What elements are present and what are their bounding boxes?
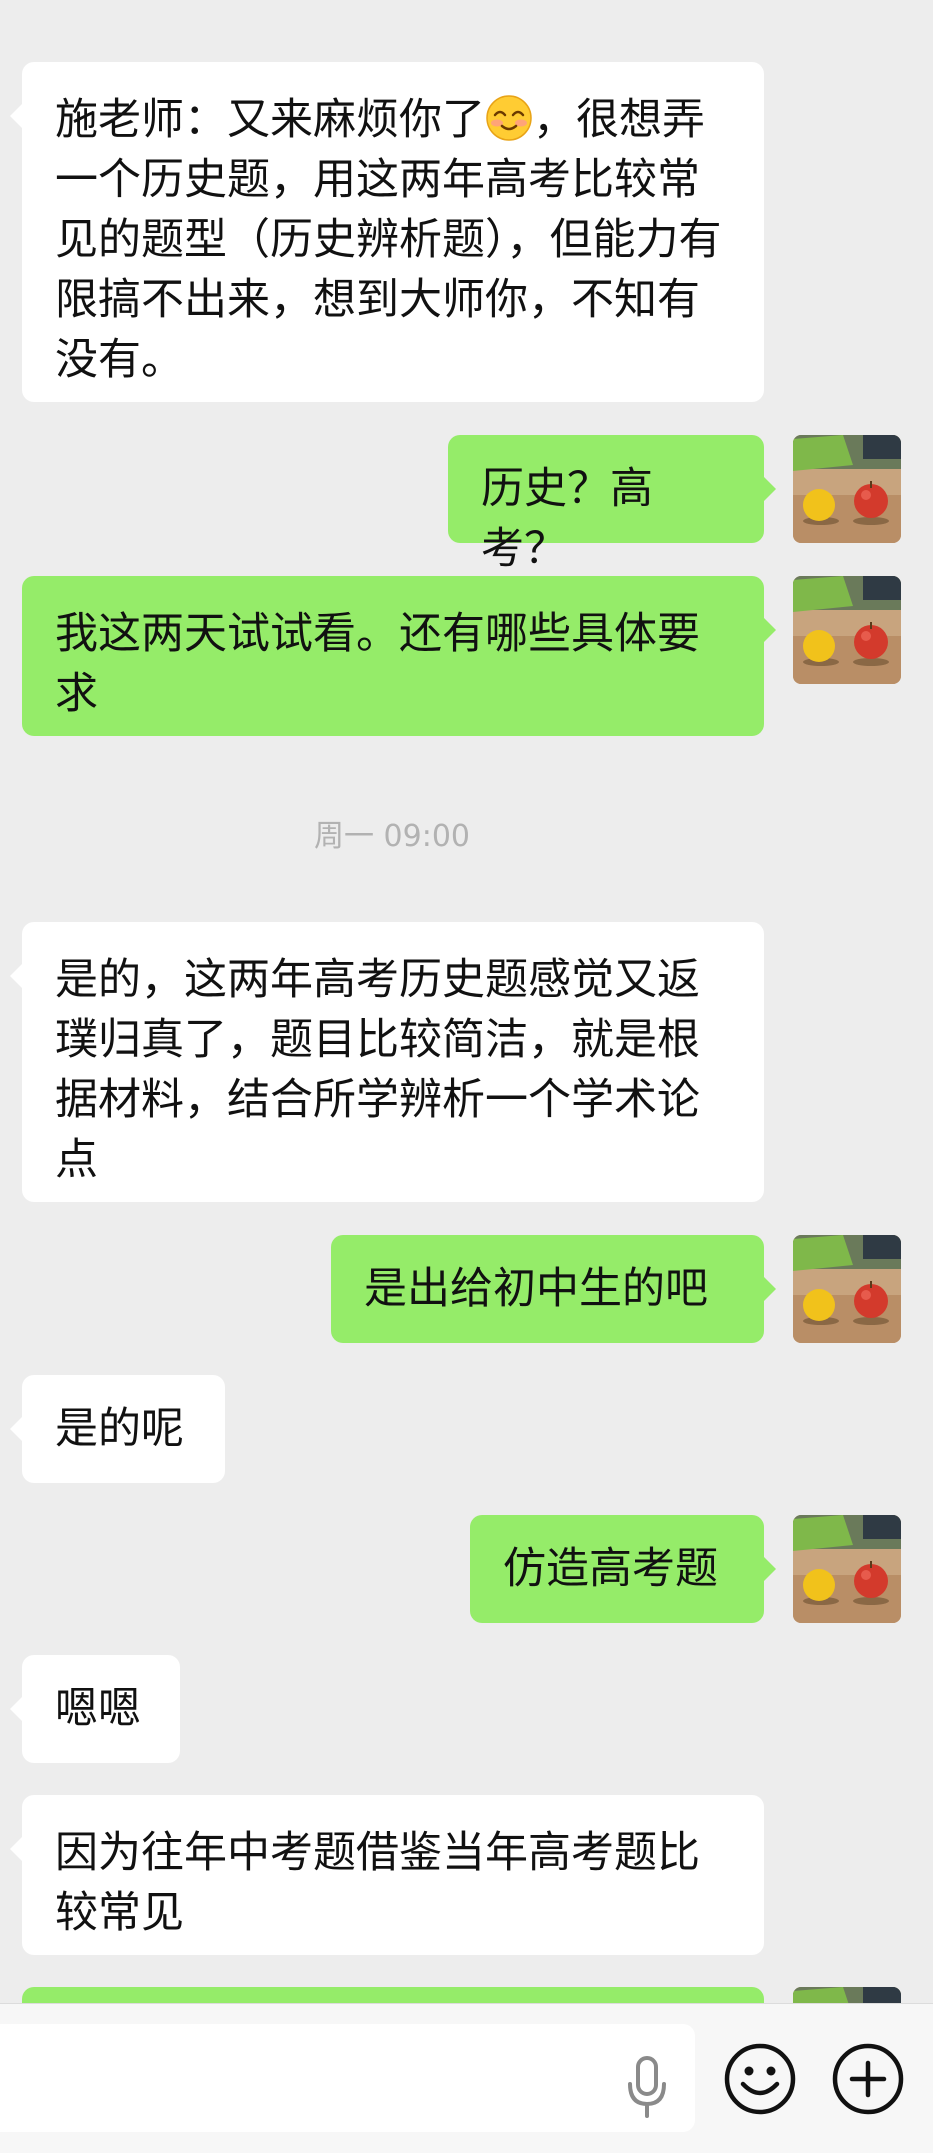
- message-bubble-incoming[interactable]: 因为往年中考题借鉴当年高考题比较常见: [10, 1795, 764, 1955]
- avatar-image: [793, 1235, 901, 1343]
- self-avatar[interactable]: [793, 1987, 901, 2003]
- message-text: 因为往年中考题借鉴当年高考题比较常见: [55, 1828, 700, 1938]
- message-input-field[interactable]: [0, 2024, 695, 2132]
- avatar-image: [793, 435, 901, 543]
- message-text: 历史？高考？: [481, 464, 653, 574]
- avatar-image: [793, 1987, 901, 2003]
- message-text: 施老师：又来麻烦你了: [55, 95, 485, 145]
- message-text: 是出给初中生的吧: [364, 1264, 708, 1314]
- message-bubble-outgoing-partial[interactable]: [22, 1987, 764, 2003]
- message-bubble-incoming[interactable]: 嗯嗯: [10, 1655, 180, 1763]
- message-text: 嗯嗯: [55, 1684, 141, 1734]
- message-bubble-incoming[interactable]: 施老师：又来麻烦你了 ，很想弄一个历史题，用这两年高考比较常见的题型（历史辨析题）…: [10, 62, 764, 402]
- smiling-face-with-smiling-eyes-icon: [486, 95, 532, 141]
- message-text: 是的，这两年高考历史题感觉又返璞归真了，题目比较简洁，就是根据材料，结合所学辨析…: [55, 955, 700, 1185]
- message-bubble-outgoing[interactable]: 我这两天试试看。还有哪些具体要求: [22, 576, 776, 736]
- message-text: 是的呢: [55, 1404, 184, 1454]
- plus-icon[interactable]: [831, 2042, 905, 2116]
- message-bubble-incoming[interactable]: 是的，这两年高考历史题感觉又返璞归真了，题目比较简洁，就是根据材料，结合所学辨析…: [10, 922, 764, 1202]
- avatar-image: [793, 576, 901, 684]
- microphone-icon[interactable]: [622, 2054, 672, 2124]
- self-avatar[interactable]: [793, 1235, 901, 1343]
- self-avatar[interactable]: [793, 576, 901, 684]
- timestamp: 周一 09:00: [314, 819, 470, 854]
- message-bubble-outgoing[interactable]: 是出给初中生的吧: [331, 1235, 776, 1343]
- avatar-image: [793, 1515, 901, 1623]
- emoji-icon[interactable]: [723, 2042, 797, 2116]
- self-avatar[interactable]: [793, 1515, 901, 1623]
- message-text: 仿造高考题: [503, 1544, 718, 1594]
- message-bubble-outgoing[interactable]: 历史？高考？: [448, 435, 776, 574]
- message-bubble-outgoing[interactable]: 仿造高考题: [470, 1515, 776, 1623]
- message-text: 我这两天试试看。还有哪些具体要求: [55, 609, 700, 719]
- chat-message-list: 施老师：又来麻烦你了 ，很想弄一个历史题，用这两年高考比较常见的题型（历史辨析题）…: [0, 0, 933, 2003]
- self-avatar[interactable]: [793, 435, 901, 543]
- message-input-bar: [0, 2003, 933, 2153]
- message-bubble-incoming[interactable]: 是的呢: [10, 1375, 225, 1483]
